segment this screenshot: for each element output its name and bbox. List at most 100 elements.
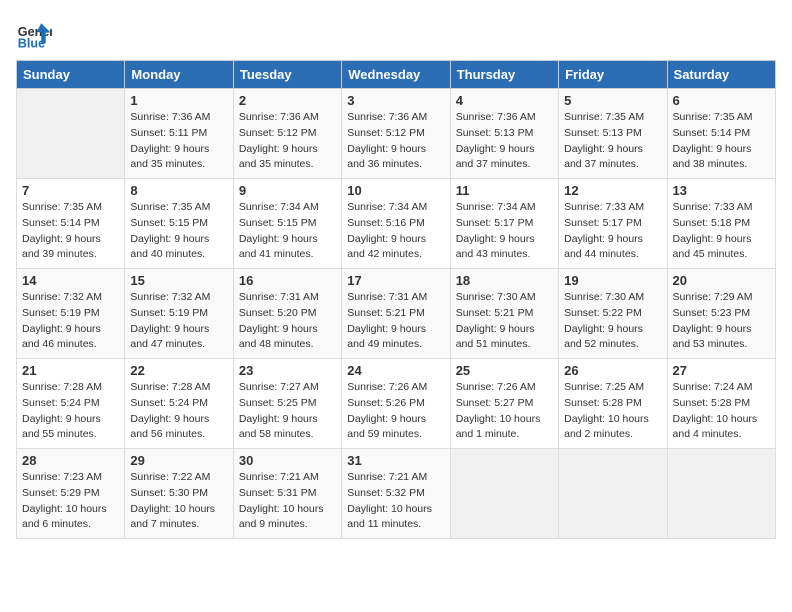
calendar-cell: 10 Sunrise: 7:34 AMSunset: 5:16 PMDayligh… xyxy=(342,179,450,269)
calendar-cell: 25Sunrise: 7:26 AMSunset: 5:27 PMDayligh… xyxy=(450,359,558,449)
calendar-cell: 4 Sunrise: 7:36 AMSunset: 5:13 PMDaylight… xyxy=(450,89,558,179)
day-number: 27 xyxy=(673,363,770,378)
day-number: 2 xyxy=(239,93,336,108)
day-number: 23 xyxy=(239,363,336,378)
day-number: 9 xyxy=(239,183,336,198)
calendar-cell: 3 Sunrise: 7:36 AMSunset: 5:12 PMDaylight… xyxy=(342,89,450,179)
calendar-cell: 31Sunrise: 7:21 AMSunset: 5:32 PMDayligh… xyxy=(342,449,450,539)
day-info: Sunrise: 7:34 AMSunset: 5:16 PMDaylight:… xyxy=(347,200,444,263)
day-number: 19 xyxy=(564,273,661,288)
day-number: 16 xyxy=(239,273,336,288)
day-number: 10 xyxy=(347,183,444,198)
column-header-friday: Friday xyxy=(559,61,667,89)
day-number: 24 xyxy=(347,363,444,378)
column-header-saturday: Saturday xyxy=(667,61,775,89)
day-info: Sunrise: 7:25 AMSunset: 5:28 PMDaylight:… xyxy=(564,380,661,443)
calendar-cell: 9 Sunrise: 7:34 AMSunset: 5:15 PMDaylight… xyxy=(233,179,341,269)
day-info: Sunrise: 7:27 AMSunset: 5:25 PMDaylight:… xyxy=(239,380,336,443)
calendar-cell: 1 Sunrise: 7:36 AMSunset: 5:11 PMDaylight… xyxy=(125,89,233,179)
calendar-cell: 7 Sunrise: 7:35 AMSunset: 5:14 PMDaylight… xyxy=(17,179,125,269)
calendar-cell: 2 Sunrise: 7:36 AMSunset: 5:12 PMDaylight… xyxy=(233,89,341,179)
day-number: 15 xyxy=(130,273,227,288)
calendar-header-row: SundayMondayTuesdayWednesdayThursdayFrid… xyxy=(17,61,776,89)
column-header-wednesday: Wednesday xyxy=(342,61,450,89)
calendar-week-row: 21Sunrise: 7:28 AMSunset: 5:24 PMDayligh… xyxy=(17,359,776,449)
day-number: 4 xyxy=(456,93,553,108)
day-info: Sunrise: 7:34 AMSunset: 5:15 PMDaylight:… xyxy=(239,200,336,263)
calendar-cell: 6Sunrise: 7:35 AMSunset: 5:14 PMDaylight… xyxy=(667,89,775,179)
day-number: 12 xyxy=(564,183,661,198)
calendar-cell xyxy=(17,89,125,179)
day-number: 14 xyxy=(22,273,119,288)
day-info: Sunrise: 7:21 AMSunset: 5:31 PMDaylight:… xyxy=(239,470,336,533)
day-info: Sunrise: 7:36 AMSunset: 5:12 PMDaylight:… xyxy=(347,110,444,173)
day-number: 18 xyxy=(456,273,553,288)
calendar-cell: 11Sunrise: 7:34 AMSunset: 5:17 PMDayligh… xyxy=(450,179,558,269)
calendar-cell: 26 Sunrise: 7:25 AMSunset: 5:28 PMDayligh… xyxy=(559,359,667,449)
day-number: 28 xyxy=(22,453,119,468)
day-info: Sunrise: 7:35 AMSunset: 5:15 PMDaylight:… xyxy=(130,200,227,263)
calendar-cell xyxy=(667,449,775,539)
day-number: 31 xyxy=(347,453,444,468)
calendar-cell xyxy=(450,449,558,539)
day-info: Sunrise: 7:23 AMSunset: 5:29 PMDaylight:… xyxy=(22,470,119,533)
calendar-cell: 15 Sunrise: 7:32 AMSunset: 5:19 PMDayligh… xyxy=(125,269,233,359)
calendar-cell: 13Sunrise: 7:33 AMSunset: 5:18 PMDayligh… xyxy=(667,179,775,269)
calendar-week-row: 14 Sunrise: 7:32 AMSunset: 5:19 PMDayligh… xyxy=(17,269,776,359)
day-number: 7 xyxy=(22,183,119,198)
day-number: 22 xyxy=(130,363,227,378)
day-number: 26 xyxy=(564,363,661,378)
column-header-tuesday: Tuesday xyxy=(233,61,341,89)
day-number: 29 xyxy=(130,453,227,468)
day-info: Sunrise: 7:33 AMSunset: 5:18 PMDaylight:… xyxy=(673,200,770,263)
day-info: Sunrise: 7:31 AMSunset: 5:21 PMDaylight:… xyxy=(347,290,444,353)
day-info: Sunrise: 7:30 AMSunset: 5:21 PMDaylight:… xyxy=(456,290,553,353)
day-info: Sunrise: 7:29 AMSunset: 5:23 PMDaylight:… xyxy=(673,290,770,353)
day-info: Sunrise: 7:26 AMSunset: 5:26 PMDaylight:… xyxy=(347,380,444,443)
column-header-sunday: Sunday xyxy=(17,61,125,89)
calendar-week-row: 1 Sunrise: 7:36 AMSunset: 5:11 PMDaylight… xyxy=(17,89,776,179)
calendar-cell: 5 Sunrise: 7:35 AMSunset: 5:13 PMDaylight… xyxy=(559,89,667,179)
day-info: Sunrise: 7:35 AMSunset: 5:14 PMDaylight:… xyxy=(673,110,770,173)
column-header-monday: Monday xyxy=(125,61,233,89)
day-info: Sunrise: 7:26 AMSunset: 5:27 PMDaylight:… xyxy=(456,380,553,443)
calendar-cell: 24 Sunrise: 7:26 AMSunset: 5:26 PMDayligh… xyxy=(342,359,450,449)
day-number: 1 xyxy=(130,93,227,108)
day-number: 3 xyxy=(347,93,444,108)
day-number: 20 xyxy=(673,273,770,288)
day-number: 5 xyxy=(564,93,661,108)
calendar-cell: 19Sunrise: 7:30 AMSunset: 5:22 PMDayligh… xyxy=(559,269,667,359)
day-info: Sunrise: 7:34 AMSunset: 5:17 PMDaylight:… xyxy=(456,200,553,263)
day-info: Sunrise: 7:33 AMSunset: 5:17 PMDaylight:… xyxy=(564,200,661,263)
day-info: Sunrise: 7:31 AMSunset: 5:20 PMDaylight:… xyxy=(239,290,336,353)
column-header-thursday: Thursday xyxy=(450,61,558,89)
day-info: Sunrise: 7:22 AMSunset: 5:30 PMDaylight:… xyxy=(130,470,227,533)
svg-text:Blue: Blue xyxy=(18,37,45,51)
day-number: 8 xyxy=(130,183,227,198)
calendar-cell: 16 Sunrise: 7:31 AMSunset: 5:20 PMDayligh… xyxy=(233,269,341,359)
day-info: Sunrise: 7:32 AMSunset: 5:19 PMDaylight:… xyxy=(130,290,227,353)
calendar-cell: 18 Sunrise: 7:30 AMSunset: 5:21 PMDayligh… xyxy=(450,269,558,359)
calendar-cell: 14Sunrise: 7:32 AMSunset: 5:19 PMDayligh… xyxy=(17,269,125,359)
calendar-cell: 12 Sunrise: 7:33 AMSunset: 5:17 PMDayligh… xyxy=(559,179,667,269)
logo: General Blue xyxy=(16,16,56,52)
calendar-cell: 21Sunrise: 7:28 AMSunset: 5:24 PMDayligh… xyxy=(17,359,125,449)
day-number: 30 xyxy=(239,453,336,468)
calendar-cell: 22Sunrise: 7:28 AMSunset: 5:24 PMDayligh… xyxy=(125,359,233,449)
calendar-cell: 27Sunrise: 7:24 AMSunset: 5:28 PMDayligh… xyxy=(667,359,775,449)
calendar-week-row: 7 Sunrise: 7:35 AMSunset: 5:14 PMDaylight… xyxy=(17,179,776,269)
day-info: Sunrise: 7:35 AMSunset: 5:13 PMDaylight:… xyxy=(564,110,661,173)
calendar-cell: 28 Sunrise: 7:23 AMSunset: 5:29 PMDayligh… xyxy=(17,449,125,539)
calendar-cell: 8 Sunrise: 7:35 AMSunset: 5:15 PMDaylight… xyxy=(125,179,233,269)
calendar-cell: 23 Sunrise: 7:27 AMSunset: 5:25 PMDayligh… xyxy=(233,359,341,449)
calendar-cell: 20 Sunrise: 7:29 AMSunset: 5:23 PMDayligh… xyxy=(667,269,775,359)
calendar-cell: 17Sunrise: 7:31 AMSunset: 5:21 PMDayligh… xyxy=(342,269,450,359)
day-info: Sunrise: 7:36 AMSunset: 5:11 PMDaylight:… xyxy=(130,110,227,173)
calendar-cell xyxy=(559,449,667,539)
page-header: General Blue xyxy=(16,16,776,52)
calendar-table: SundayMondayTuesdayWednesdayThursdayFrid… xyxy=(16,60,776,539)
day-info: Sunrise: 7:35 AMSunset: 5:14 PMDaylight:… xyxy=(22,200,119,263)
day-info: Sunrise: 7:36 AMSunset: 5:12 PMDaylight:… xyxy=(239,110,336,173)
calendar-cell: 30 Sunrise: 7:21 AMSunset: 5:31 PMDayligh… xyxy=(233,449,341,539)
day-info: Sunrise: 7:36 AMSunset: 5:13 PMDaylight:… xyxy=(456,110,553,173)
